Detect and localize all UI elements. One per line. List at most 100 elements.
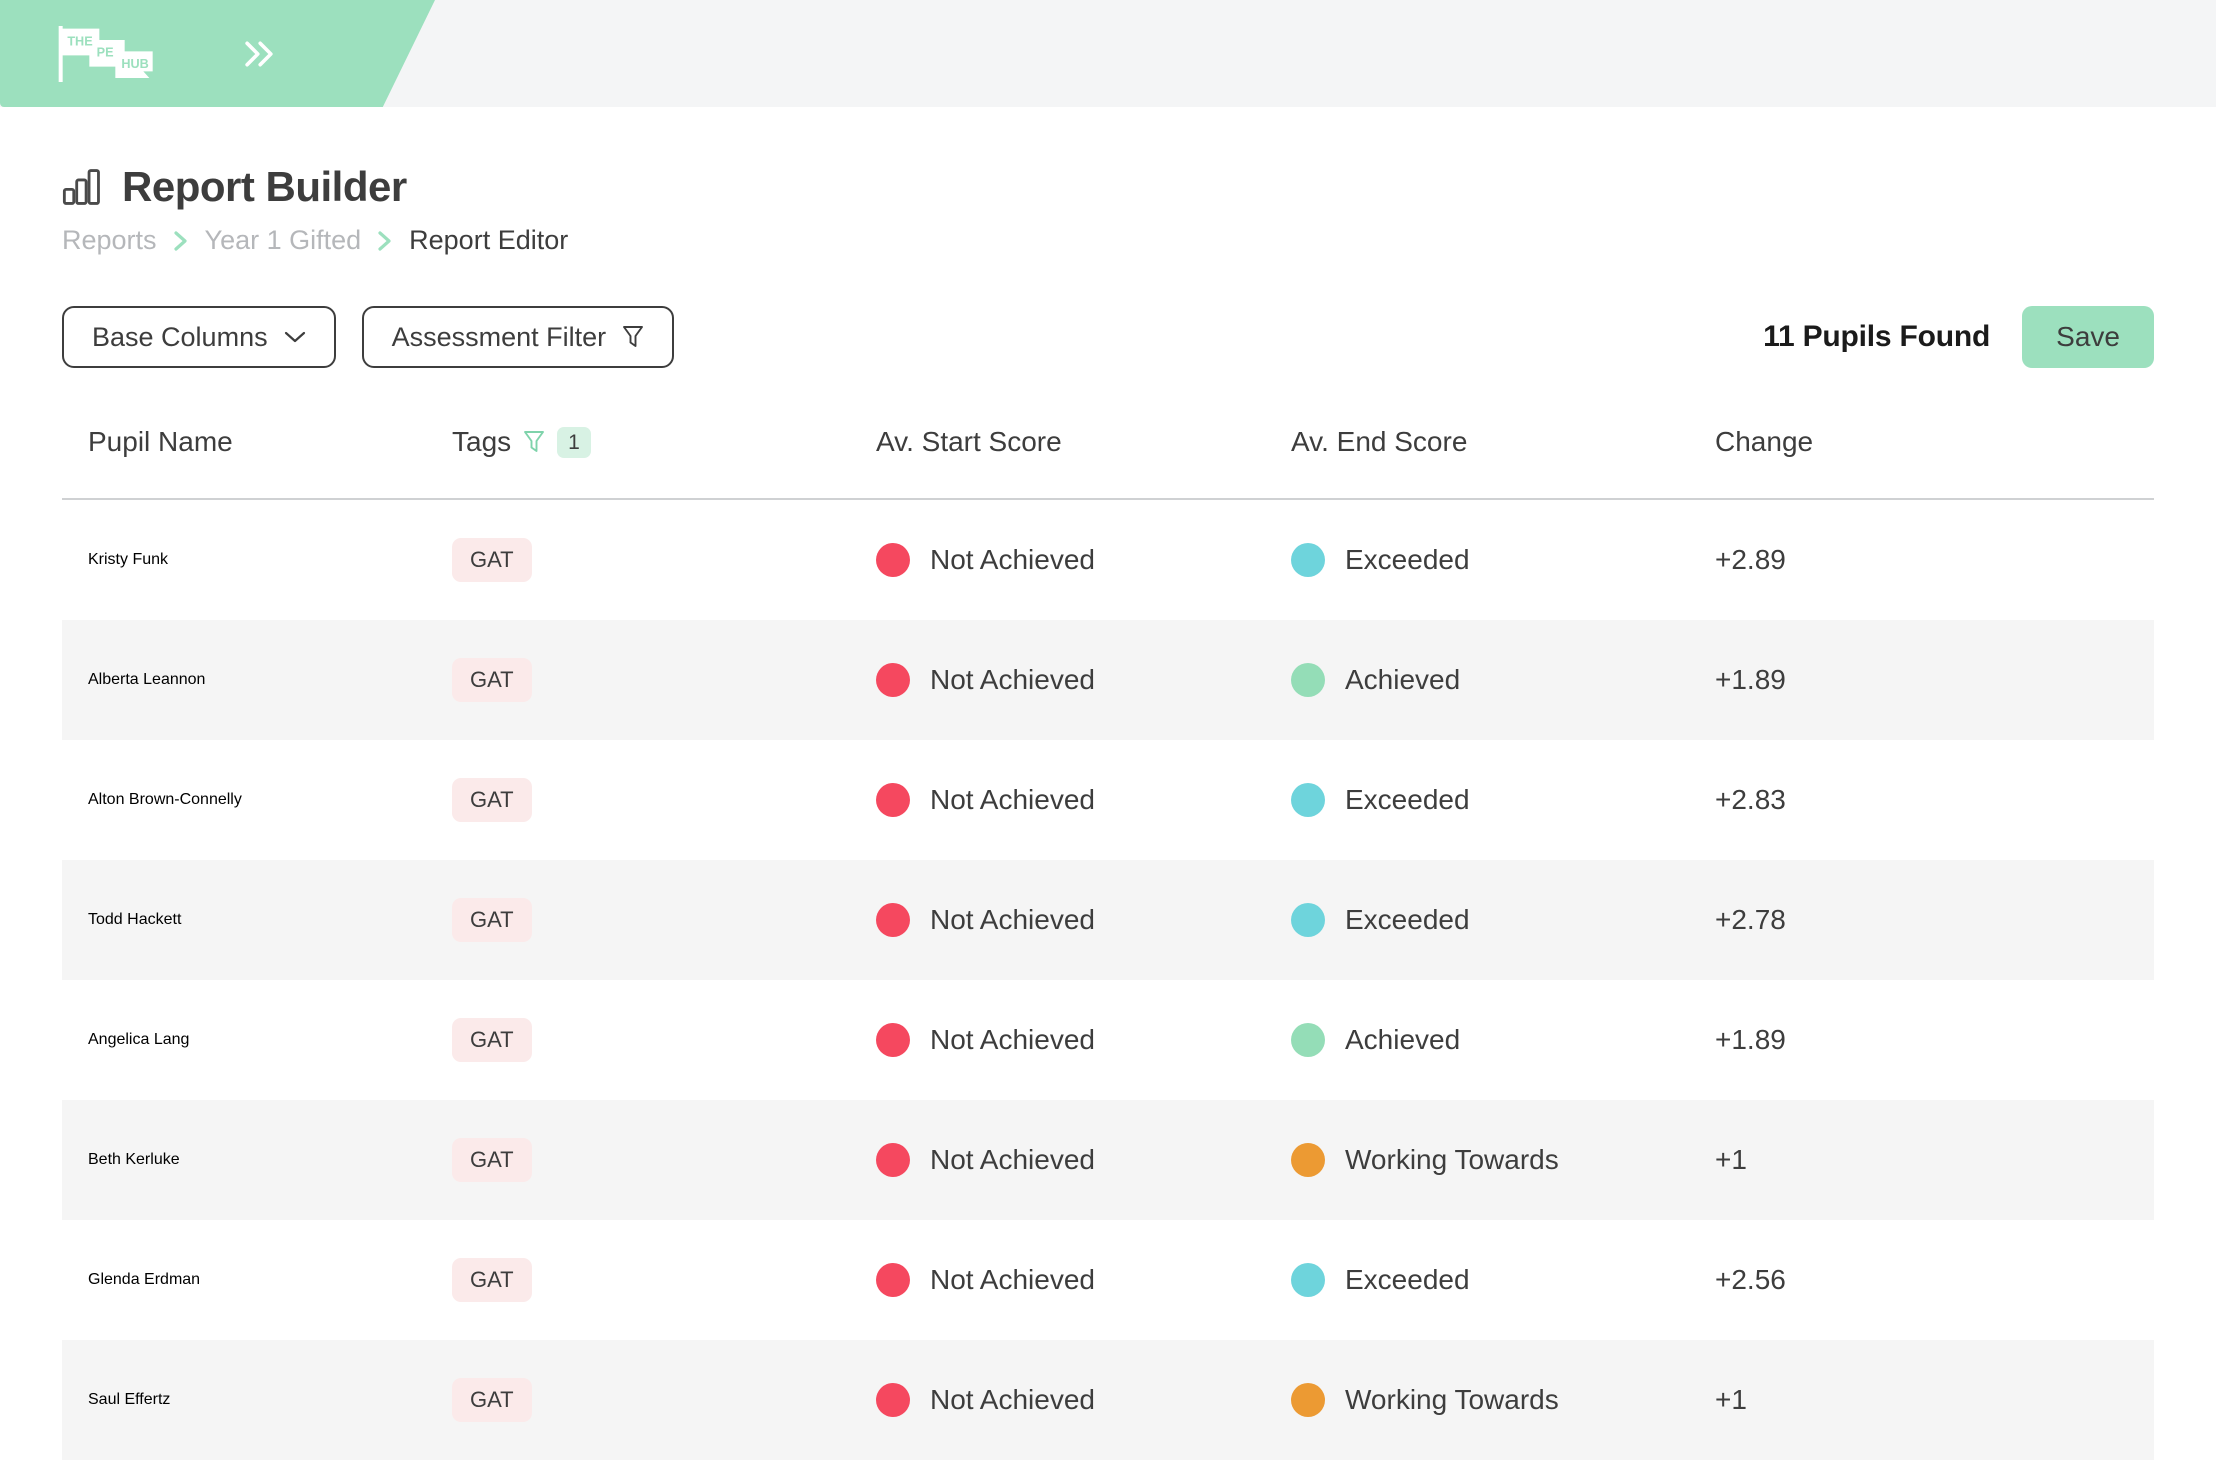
cell-av-end-score: Working Towards xyxy=(1291,1143,1715,1177)
cell-av-start-score-label: Not Achieved xyxy=(930,784,1095,815)
brand-panel: THE PE HUB xyxy=(0,0,435,107)
table-row[interactable]: Kristy Funk GAT Not Achieved Exceeded +2.89 xyxy=(62,500,2154,620)
cell-tags: GAT xyxy=(452,538,876,582)
cell-av-start-score-label: Not Achieved xyxy=(930,1384,1095,1415)
column-header-pupil-name[interactable]: Pupil Name xyxy=(62,422,452,458)
cell-av-start-score: Not Achieved xyxy=(876,663,1291,697)
cell-pupil-name: Alton Brown-Connelly xyxy=(88,791,242,808)
status-dot-icon xyxy=(1291,1023,1325,1057)
status-dot-icon xyxy=(876,1263,910,1297)
cell-tags: GAT xyxy=(452,1018,876,1062)
bar-chart-icon xyxy=(62,169,100,205)
chevron-right-icon xyxy=(173,230,187,251)
cell-pupil-name: Todd Hackett xyxy=(88,911,182,928)
top-bar: THE PE HUB xyxy=(0,0,2216,107)
cell-change: +2.78 xyxy=(1715,904,1786,935)
pupils-found-count: 11 Pupils Found xyxy=(1763,320,1991,353)
table-body: Kristy Funk GAT Not Achieved Exceeded +2.89 A… xyxy=(62,500,2154,1460)
svg-text:PE: PE xyxy=(97,45,114,59)
cell-av-end-score-label: Working Towards xyxy=(1345,1384,1559,1415)
cell-av-start-score: Not Achieved xyxy=(876,783,1291,817)
cell-av-start-score: Not Achieved xyxy=(876,1143,1291,1177)
cell-av-start-score: Not Achieved xyxy=(876,1023,1291,1057)
cell-pupil-name: Kristy Funk xyxy=(88,551,169,568)
status-dot-icon xyxy=(876,1023,910,1057)
tag-badge[interactable]: GAT xyxy=(452,1258,532,1302)
table-row[interactable]: Beth Kerluke GAT Not Achieved Working Towar… xyxy=(62,1100,2154,1220)
page-content: Report Builder Reports Year 1 Gifted Rep… xyxy=(0,163,2216,1460)
svg-text:HUB: HUB xyxy=(121,57,148,71)
table-row[interactable]: Todd Hackett GAT Not Achieved Exceeded +2.78 xyxy=(62,860,2154,980)
svg-text:THE: THE xyxy=(67,34,92,48)
tag-badge[interactable]: GAT xyxy=(452,538,532,582)
cell-change: +1.89 xyxy=(1715,664,1786,695)
status-dot-icon xyxy=(1291,543,1325,577)
cell-av-start-score: Not Achieved xyxy=(876,543,1291,577)
cell-tags: GAT xyxy=(452,658,876,702)
column-header-tags-label[interactable]: Tags xyxy=(452,426,511,458)
tag-badge[interactable]: GAT xyxy=(452,1018,532,1062)
pupils-table: Pupil Name Tags 1 Av. Start Score Av. En… xyxy=(62,422,2154,1460)
cell-tags: GAT xyxy=(452,1378,876,1422)
tag-badge[interactable]: GAT xyxy=(452,658,532,702)
pe-hub-flag-logo-icon: THE PE HUB xyxy=(58,25,153,82)
cell-av-end-score: Exceeded xyxy=(1291,1263,1715,1297)
assessment-filter-button[interactable]: Assessment Filter xyxy=(361,306,675,368)
cell-av-end-score-label: Achieved xyxy=(1345,1024,1461,1055)
save-button[interactable]: Save xyxy=(2022,306,2154,368)
table-row[interactable]: Alberta Leannon GAT Not Achieved Achieved +1… xyxy=(62,620,2154,740)
tag-badge[interactable]: GAT xyxy=(452,778,532,822)
column-header-av-start-score[interactable]: Av. Start Score xyxy=(876,422,1291,458)
tag-badge[interactable]: GAT xyxy=(452,1138,532,1182)
cell-av-end-score: Exceeded xyxy=(1291,543,1715,577)
cell-pupil-name: Alberta Leannon xyxy=(88,671,206,688)
tags-filter-count-badge: 1 xyxy=(557,426,591,458)
status-dot-icon xyxy=(876,543,910,577)
table-row[interactable]: Glenda Erdman GAT Not Achieved Exceeded +2.5… xyxy=(62,1220,2154,1340)
cell-pupil-name: Saul Effertz xyxy=(88,1391,171,1408)
table-row[interactable]: Alton Brown-Connelly GAT Not Achieved Excee… xyxy=(62,740,2154,860)
page-header: Report Builder xyxy=(62,163,2154,211)
breadcrumb: Reports Year 1 Gifted Report Editor xyxy=(62,225,2154,256)
cell-av-end-score-label: Achieved xyxy=(1345,664,1461,695)
cell-change: +2.89 xyxy=(1715,544,1786,575)
status-dot-icon xyxy=(1291,1143,1325,1177)
tag-badge[interactable]: GAT xyxy=(452,898,532,942)
cell-av-end-score: Achieved xyxy=(1291,1023,1715,1057)
double-chevron-right-icon[interactable] xyxy=(240,35,278,73)
column-header-change[interactable]: Change xyxy=(1715,422,2095,458)
breadcrumb-item-year-1-gifted[interactable]: Year 1 Gifted xyxy=(205,225,362,256)
base-columns-button[interactable]: Base Columns xyxy=(62,306,336,368)
cell-pupil-name: Glenda Erdman xyxy=(88,1271,201,1288)
cell-tags: GAT xyxy=(452,898,876,942)
breadcrumb-item-reports[interactable]: Reports xyxy=(62,225,157,256)
table-header-row: Pupil Name Tags 1 Av. Start Score Av. En… xyxy=(62,422,2154,500)
cell-change: +1 xyxy=(1715,1384,1747,1415)
column-header-av-end-score[interactable]: Av. End Score xyxy=(1291,422,1715,458)
status-dot-icon xyxy=(876,1383,910,1417)
cell-av-start-score: Not Achieved xyxy=(876,1263,1291,1297)
status-dot-icon xyxy=(876,903,910,937)
cell-av-end-score-label: Working Towards xyxy=(1345,1144,1559,1175)
tag-badge[interactable]: GAT xyxy=(452,1378,532,1422)
toolbar-right: 11 Pupils Found Save xyxy=(1763,306,2154,368)
cell-av-end-score-label: Exceeded xyxy=(1345,544,1470,575)
status-dot-icon xyxy=(876,783,910,817)
cell-pupil-name: Angelica Lang xyxy=(88,1031,190,1048)
cell-change: +1.89 xyxy=(1715,1024,1786,1055)
cell-av-end-score-label: Exceeded xyxy=(1345,784,1470,815)
cell-av-start-score-label: Not Achieved xyxy=(930,544,1095,575)
cell-av-start-score-label: Not Achieved xyxy=(930,664,1095,695)
cell-av-start-score-label: Not Achieved xyxy=(930,1024,1095,1055)
table-row[interactable]: Angelica Lang GAT Not Achieved Achieved +1.8… xyxy=(62,980,2154,1100)
status-dot-icon xyxy=(1291,1263,1325,1297)
status-dot-icon xyxy=(1291,663,1325,697)
funnel-filter-icon[interactable] xyxy=(523,429,545,455)
status-dot-icon xyxy=(1291,903,1325,937)
cell-av-start-score: Not Achieved xyxy=(876,903,1291,937)
table-row[interactable]: Saul Effertz GAT Not Achieved Working Towar… xyxy=(62,1340,2154,1460)
page-title: Report Builder xyxy=(122,163,407,210)
base-columns-label: Base Columns xyxy=(92,321,268,352)
toolbar: Base Columns Assessment Filter 11 Pupils… xyxy=(62,306,2154,368)
cell-change: +1 xyxy=(1715,1144,1747,1175)
